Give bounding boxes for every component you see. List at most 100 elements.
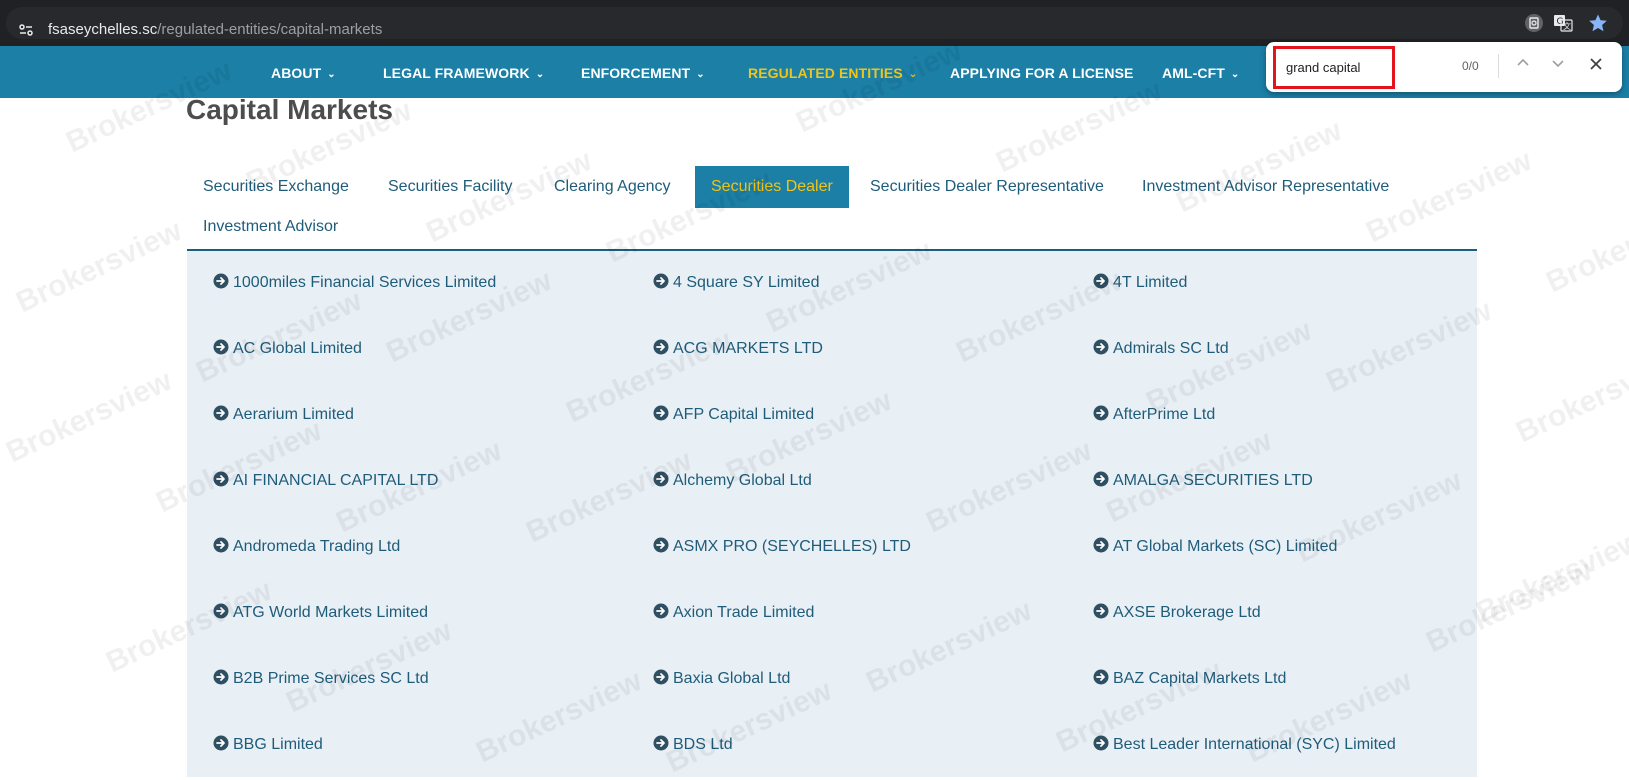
watermark-text: Brokersview — [11, 213, 187, 320]
arrow-circle-right-icon — [1093, 735, 1109, 751]
entity-link[interactable]: BAZ Capital Markets Ltd — [1093, 669, 1286, 688]
find-match-count: 0/0 — [1462, 59, 1479, 73]
entity-name: ASMX PRO (SEYCHELLES) LTD — [673, 538, 911, 555]
entity-link[interactable]: Baxia Global Ltd — [653, 669, 790, 688]
arrow-circle-right-icon — [653, 603, 669, 619]
arrow-circle-right-icon — [653, 537, 669, 553]
find-input[interactable] — [1273, 46, 1395, 89]
nav-legal-framework-label: LEGAL FRAMEWORK — [383, 65, 530, 81]
entity-link[interactable]: AXSE Brokerage Ltd — [1093, 603, 1261, 622]
chevron-down-icon: ⌄ — [696, 69, 705, 80]
omnibox[interactable]: fsaseychelles.sc/regulated-entities/capi… — [6, 7, 1623, 39]
tab-securities-exchange[interactable]: Securities Exchange — [187, 166, 365, 208]
entity-link[interactable]: ASMX PRO (SEYCHELLES) LTD — [653, 537, 911, 556]
nav-regulated-entities[interactable]: REGULATED ENTITIES ⌄ — [748, 65, 917, 81]
entity-link[interactable]: BBG Limited — [213, 735, 323, 754]
arrow-circle-right-icon — [653, 735, 669, 751]
entity-link[interactable]: Andromeda Trading Ltd — [213, 537, 400, 556]
entity-link[interactable]: AFP Capital Limited — [653, 405, 814, 424]
entity-link[interactable]: ACG MARKETS LTD — [653, 339, 823, 358]
entity-link[interactable]: AMALGA SECURITIES LTD — [1093, 471, 1313, 490]
entity-link[interactable]: 4 Square SY Limited — [653, 273, 819, 292]
entity-link[interactable]: AI FINANCIAL CAPITAL LTD — [213, 471, 438, 490]
tab-securities-dealer[interactable]: Securities Dealer — [695, 166, 849, 208]
entity-link[interactable]: Best Leader International (SYC) Limited — [1093, 735, 1396, 754]
arrow-circle-right-icon — [1093, 537, 1109, 553]
entity-link[interactable]: 1000miles Financial Services Limited — [213, 273, 496, 292]
chevron-down-icon: ⌄ — [908, 69, 918, 80]
entity-link[interactable]: AfterPrime Ltd — [1093, 405, 1215, 424]
entity-link[interactable]: 4T Limited — [1093, 273, 1187, 292]
arrow-circle-right-icon — [1093, 669, 1109, 685]
tab-securities-dealer-representative[interactable]: Securities Dealer Representative — [854, 166, 1120, 208]
nav-applying-label: APPLYING FOR A LICENSE — [950, 65, 1134, 81]
entity-link[interactable]: Admirals SC Ltd — [1093, 339, 1229, 358]
arrow-circle-right-icon — [653, 273, 669, 289]
chevron-down-icon: ⌄ — [1230, 69, 1240, 80]
chevron-down-icon — [1552, 60, 1564, 68]
tab-securities-facility[interactable]: Securities Facility — [372, 166, 528, 208]
entity-name: BAZ Capital Markets Ltd — [1113, 670, 1287, 687]
arrow-circle-right-icon — [653, 405, 669, 421]
entity-name: B2B Prime Services SC Ltd — [233, 670, 429, 687]
entity-link[interactable]: ATG World Markets Limited — [213, 603, 428, 622]
find-next-button[interactable] — [1546, 54, 1570, 78]
bookmark-star-icon[interactable] — [1588, 13, 1608, 33]
nav-aml-cft[interactable]: AML-CFT ⌄ — [1162, 65, 1239, 81]
entity-name: Andromeda Trading Ltd — [233, 538, 401, 555]
page-info-icon[interactable] — [1524, 13, 1544, 33]
find-in-page-bar: 0/0 — [1266, 42, 1622, 92]
entity-link[interactable]: Alchemy Global Ltd — [653, 471, 812, 490]
entity-name: AC Global Limited — [233, 340, 362, 357]
find-previous-button[interactable] — [1511, 54, 1535, 78]
chevron-down-icon: ⌄ — [535, 69, 545, 80]
nav-about-label: ABOUT — [271, 65, 322, 81]
watermark-text: Brokersview — [1471, 523, 1629, 630]
nav-applying-for-license[interactable]: APPLYING FOR A LICENSE — [950, 65, 1133, 81]
entity-name: BDS Ltd — [673, 736, 733, 753]
entity-link[interactable]: Aerarium Limited — [213, 405, 354, 424]
entity-name: BBG Limited — [233, 736, 323, 753]
site-settings-icon[interactable] — [18, 22, 34, 38]
entity-name: 4 Square SY Limited — [673, 274, 820, 291]
nav-legal-framework[interactable]: LEGAL FRAMEWORK ⌄ — [383, 65, 544, 81]
tab-investment-advisor[interactable]: Investment Advisor — [187, 206, 354, 248]
entity-name: AfterPrime Ltd — [1113, 406, 1216, 423]
entity-name: AI FINANCIAL CAPITAL LTD — [233, 472, 439, 489]
arrow-circle-right-icon — [213, 603, 229, 619]
nav-about[interactable]: ABOUT ⌄ — [271, 65, 336, 81]
entity-name: Baxia Global Ltd — [673, 670, 791, 687]
arrow-circle-right-icon — [1093, 603, 1109, 619]
chevron-up-icon — [1517, 58, 1529, 66]
close-icon — [1590, 58, 1602, 70]
entity-link[interactable]: B2B Prime Services SC Ltd — [213, 669, 429, 688]
arrow-circle-right-icon — [1093, 471, 1109, 487]
entity-name: ACG MARKETS LTD — [673, 340, 823, 357]
entity-link[interactable]: BDS Ltd — [653, 735, 733, 754]
entity-name: AFP Capital Limited — [673, 406, 815, 423]
svg-text:文: 文 — [1563, 21, 1571, 31]
url-path: /regulated-entities/capital-markets — [157, 21, 383, 38]
entity-name: Best Leader International (SYC) Limited — [1113, 736, 1396, 753]
entity-name: AMALGA SECURITIES LTD — [1113, 472, 1313, 489]
entity-link[interactable]: Axion Trade Limited — [653, 603, 814, 622]
find-close-button[interactable] — [1584, 54, 1608, 78]
entity-name: AT Global Markets (SC) Limited — [1113, 538, 1338, 555]
arrow-circle-right-icon — [653, 339, 669, 355]
translate-icon[interactable]: G 文 — [1553, 13, 1573, 33]
arrow-circle-right-icon — [213, 471, 229, 487]
url-text[interactable]: fsaseychelles.sc/regulated-entities/capi… — [48, 21, 382, 38]
entity-name: Admirals SC Ltd — [1113, 340, 1229, 357]
entity-link[interactable]: AC Global Limited — [213, 339, 362, 358]
arrow-circle-right-icon — [653, 669, 669, 685]
category-tabs: Securities Exchange Securities Facility … — [187, 166, 1477, 251]
find-divider — [1498, 54, 1499, 78]
entity-name: Aerarium Limited — [233, 406, 354, 423]
tab-clearing-agency[interactable]: Clearing Agency — [538, 166, 687, 208]
nav-enforcement[interactable]: ENFORCEMENT ⌄ — [581, 65, 705, 81]
watermark-text: Brokersview — [1, 363, 177, 470]
entity-link[interactable]: AT Global Markets (SC) Limited — [1093, 537, 1337, 556]
arrow-circle-right-icon — [213, 339, 229, 355]
url-host: fsaseychelles.sc — [48, 21, 158, 38]
tab-investment-advisor-representative[interactable]: Investment Advisor Representative — [1126, 166, 1405, 208]
